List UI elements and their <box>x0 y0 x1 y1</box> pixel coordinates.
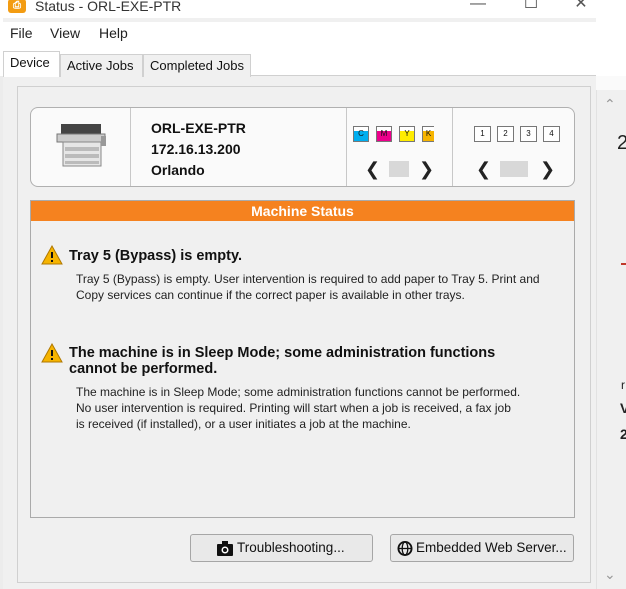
device-info: ORL-EXE-PTR 172.16.13.200 Orlando <box>151 118 246 181</box>
toner-levels: C M Y K ❮ ❯ <box>346 108 453 186</box>
menu-help[interactable]: Help <box>99 25 128 41</box>
scroll-up-icon[interactable]: ⌃ <box>604 96 616 113</box>
printer-icon <box>56 124 106 167</box>
background-accent-line <box>621 263 626 265</box>
background-text: V <box>620 400 626 416</box>
warning-icon <box>41 343 63 363</box>
title-bar[interactable]: ⎙ Status - ORL-EXE-PTR — ☐ ✕ <box>3 0 596 18</box>
tray-prev-arrow-icon[interactable]: ❮ <box>476 160 491 178</box>
tab-device[interactable]: Device <box>3 51 60 77</box>
device-ip: 172.16.13.200 <box>151 141 241 157</box>
machine-status-panel: Machine Status Tray 5 (Bypass) is empty.… <box>30 200 575 518</box>
toner-magenta-icon: M <box>376 126 392 142</box>
device-name: ORL-EXE-PTR <box>151 120 246 136</box>
toner-cyan-icon: C <box>353 126 369 142</box>
device-summary-card: ORL-EXE-PTR 172.16.13.200 Orlando C M Y … <box>30 107 575 187</box>
background-text: r <box>621 378 625 392</box>
tray-next-arrow-icon[interactable]: ❯ <box>540 160 555 178</box>
tray-3-icon: 3 <box>520 126 537 142</box>
tray-2-icon: 2 <box>497 126 514 142</box>
minimize-button[interactable]: — <box>458 0 498 14</box>
alert-description: Tray 5 (Bypass) is empty. User intervent… <box>76 272 540 302</box>
paper-trays: 1 2 3 4 ❮ ❯ <box>454 108 575 186</box>
troubleshooting-label: Troubleshooting... <box>237 540 345 555</box>
troubleshooting-button[interactable]: Troubleshooting... <box>190 534 373 562</box>
background-text: 2 <box>617 132 626 154</box>
alert-title: The machine is in Sleep Mode; some admin… <box>69 345 496 377</box>
toner-prev-arrow-icon[interactable]: ❮ <box>365 160 380 178</box>
tray-1-icon: 1 <box>474 126 491 142</box>
close-button[interactable]: ✕ <box>561 0 601 14</box>
ews-label: Embedded Web Server... <box>416 540 567 555</box>
window-title: Status - ORL-EXE-PTR <box>35 0 182 14</box>
maximize-button[interactable]: ☐ <box>511 0 551 14</box>
globe-icon <box>397 541 413 556</box>
machine-status-header: Machine Status <box>31 201 574 221</box>
toner-next-arrow-icon[interactable]: ❯ <box>419 160 434 178</box>
tab-active-jobs[interactable]: Active Jobs <box>60 54 143 77</box>
alert-description: The machine is in Sleep Mode; some admin… <box>76 385 521 431</box>
toner-black-icon: K <box>422 126 434 142</box>
menu-file[interactable]: File <box>10 25 33 41</box>
menu-bar: File View Help <box>3 22 596 46</box>
tab-completed-jobs[interactable]: Completed Jobs <box>143 54 251 77</box>
background-scrollbar[interactable]: ⌃ ⌄ <box>596 90 626 589</box>
camera-icon <box>217 541 233 556</box>
warning-icon <box>41 245 63 265</box>
menu-view[interactable]: View <box>50 25 80 41</box>
scroll-down-icon[interactable]: ⌄ <box>604 566 616 583</box>
device-location: Orlando <box>151 162 205 178</box>
toner-scroll-thumb[interactable] <box>389 161 409 177</box>
embedded-web-server-button[interactable]: Embedded Web Server... <box>390 534 574 562</box>
tray-scroll-thumb[interactable] <box>500 161 528 177</box>
device-image <box>31 108 131 186</box>
tab-strip: Device Active Jobs Completed Jobs <box>3 46 596 77</box>
status-window: ⎙ Status - ORL-EXE-PTR — ☐ ✕ File View H… <box>3 0 596 589</box>
tray-4-icon: 4 <box>543 126 560 142</box>
toner-yellow-icon: Y <box>399 126 415 142</box>
background-text: 2 <box>620 426 626 442</box>
alert-title: Tray 5 (Bypass) is empty. <box>69 248 243 264</box>
device-tab-panel: ORL-EXE-PTR 172.16.13.200 Orlando C M Y … <box>17 86 591 583</box>
printer-app-icon: ⎙ <box>8 0 26 13</box>
